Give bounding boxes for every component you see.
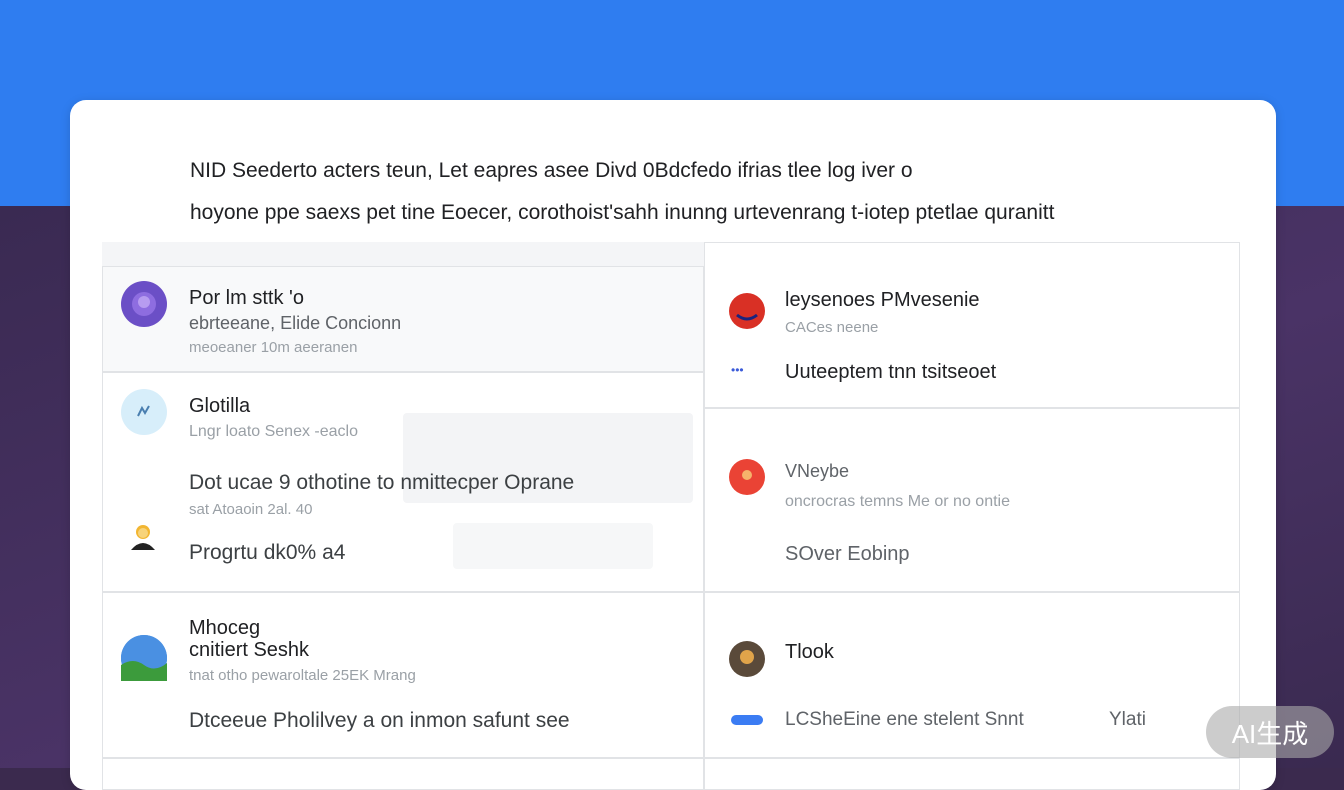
progress-pill	[731, 715, 763, 725]
card-d-title: VNeybe	[785, 461, 850, 481]
card-f-title: Tlook	[785, 641, 834, 663]
card-e-body: Dtceeue Pholilvey a on inmon safunt see	[189, 709, 570, 732]
card-c[interactable]: Glotilla Lngr loato Senex -eaclo Dot uca…	[102, 372, 704, 592]
card-c-footer: Progrtu dk0% a4	[189, 541, 346, 564]
header-line-1: NID Seederto acters teun, Let eapres ase…	[190, 159, 913, 182]
watermark-badge: AI生成	[1206, 706, 1334, 758]
profile-icon	[121, 281, 167, 327]
card-b-body: Uuteeptem tnn tsitseoet	[785, 361, 997, 383]
card-c-body: Dot ucae 9 othotine to nmittecper Oprane	[189, 471, 575, 494]
globe-icon	[121, 635, 167, 681]
user-icon	[125, 519, 161, 555]
card-e-title-2: cnitiert Seshk	[189, 639, 310, 661]
link-icon: •••	[731, 363, 744, 377]
card-h[interactable]	[704, 758, 1240, 790]
ghost-block	[453, 523, 653, 569]
header-line-2: hoyone ppe saexs pet tine Eoecer, coroth…	[190, 201, 1055, 224]
card-a-subtitle: ebrteeane, Elide Concionn	[189, 313, 402, 333]
profile-icon	[729, 293, 765, 329]
card-c-meta: sat Atoaoin 2al. 40	[189, 501, 313, 518]
profile-icon	[729, 641, 765, 677]
card-b-title: leysenoes PMvesenie	[785, 289, 980, 311]
card-c-title: Glotilla	[189, 395, 251, 417]
card-f-extra: Ylati	[1109, 709, 1146, 730]
card-d-subtitle: oncrocras temns Me or no ontie	[785, 493, 1010, 510]
card-c-subtitle: Lngr loato Senex -eaclo	[189, 423, 358, 440]
header-description: NID Seederto acters teun, Let eapres ase…	[190, 150, 1190, 234]
card-grid: Por lm sttk 'o ebrteeane, Elide Concionn…	[102, 242, 1240, 790]
card-e-title: Mhoceg	[189, 617, 261, 639]
card-d-body: SOver Eobinp	[785, 543, 910, 565]
card-e-subtitle: tnat otho pewaroltale 25EK Mrang	[189, 667, 416, 684]
main-card: NID Seederto acters teun, Let eapres ase…	[70, 100, 1276, 790]
card-e[interactable]: Mhoceg cnitiert Seshk tnat otho pewarolt…	[102, 592, 704, 758]
card-a-title: Por lm sttk 'o	[189, 287, 304, 309]
card-g[interactable]	[102, 758, 704, 790]
profile-icon	[729, 459, 765, 495]
card-b[interactable]: leysenoes PMvesenie CACes neene ••• Uute…	[704, 242, 1240, 408]
card-a[interactable]: Por lm sttk 'o ebrteeane, Elide Concionn…	[102, 266, 704, 372]
card-f-body: LCSheEine ene stelent Snnt	[785, 709, 1024, 730]
chat-icon	[121, 389, 167, 435]
card-d[interactable]: VNeybe oncrocras temns Me or no ontie SO…	[704, 408, 1240, 592]
card-b-subtitle: CACes neene	[785, 319, 879, 336]
card-a-meta: meoeaner 10m aeeranen	[189, 339, 358, 356]
card-f[interactable]: Tlook LCSheEine ene stelent Snnt Ylati	[704, 592, 1240, 758]
